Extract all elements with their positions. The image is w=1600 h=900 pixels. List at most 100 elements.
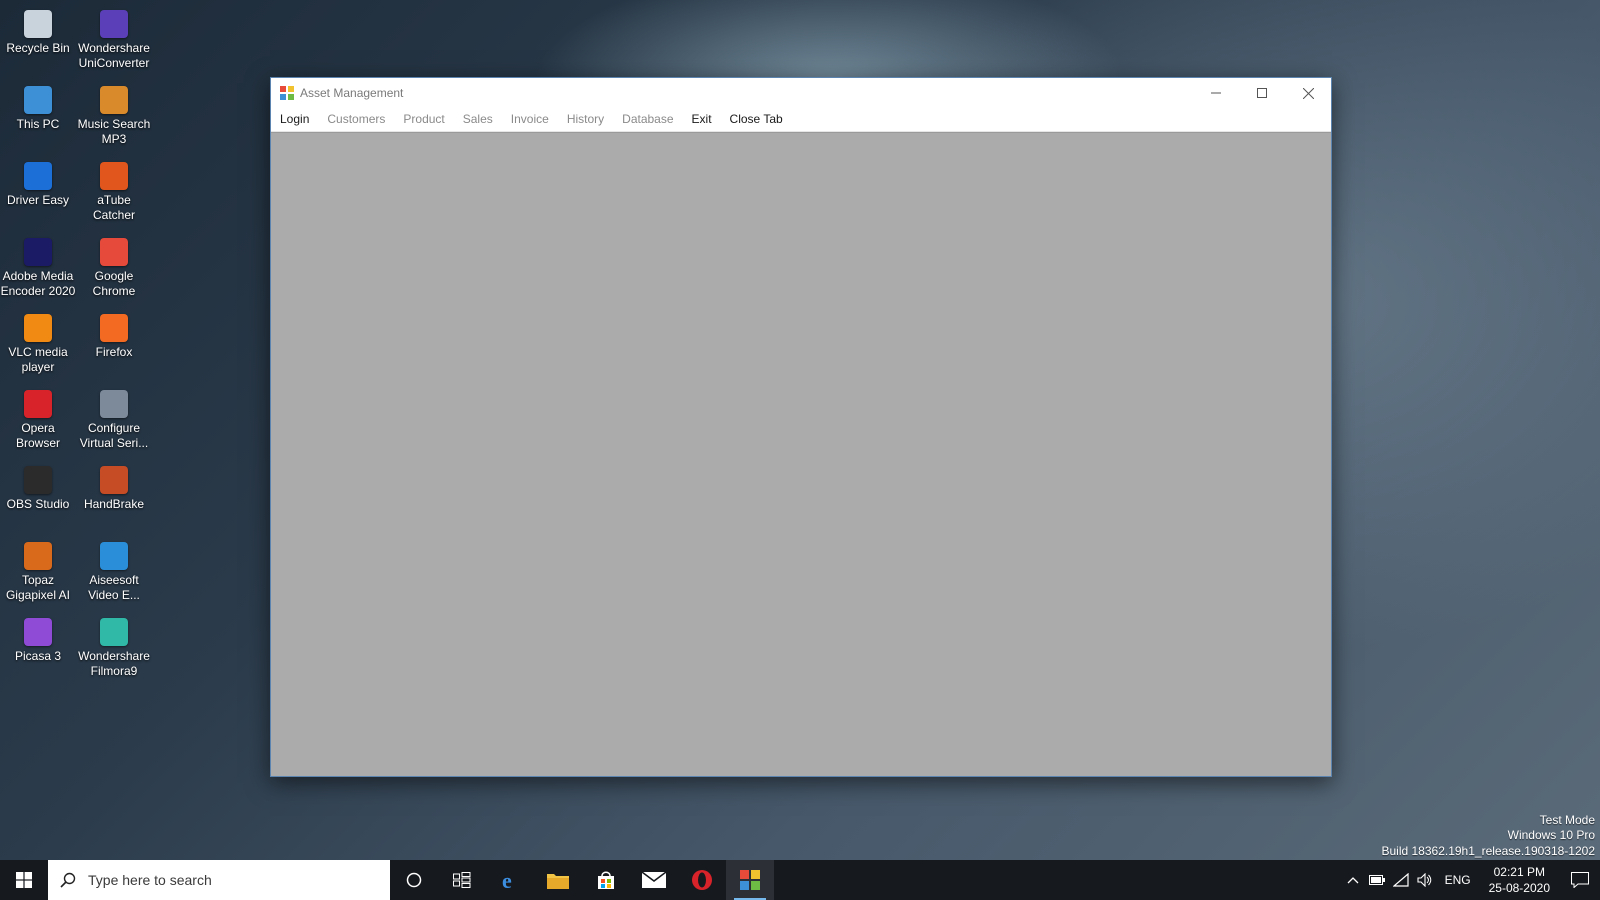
watermark-build: Build 18362.19h1_release.190318-1202 [1381,843,1595,858]
desktop-icon[interactable]: Wondershare Filmora9 [76,612,152,684]
taskbar: e [0,860,1600,900]
menu-bar: Login Customers Product Sales Invoice History… [271,108,1331,132]
app-icon [280,86,294,100]
network-tray-button[interactable] [1389,860,1413,900]
desktop-icon-label: Wondershare Filmora9 [78,649,150,678]
desktop-icon[interactable]: Configure Virtual Seri... [76,384,152,456]
vlc-icon [24,314,52,342]
desktop-icon[interactable]: VLC media player [0,308,76,380]
desktop-icon[interactable]: aTube Catcher [76,156,152,228]
menu-item-product[interactable]: Product [394,108,453,131]
menu-item-customers[interactable]: Customers [318,108,394,131]
clock[interactable]: 02:21 PM 25-08-2020 [1479,864,1560,896]
desktop-icon[interactable]: Topaz Gigapixel AI [0,536,76,608]
aiseesoft-icon [100,542,128,570]
battery-tray-button[interactable] [1365,860,1389,900]
show-hidden-icons-button[interactable] [1341,860,1365,900]
menu-item-exit[interactable]: Exit [683,108,721,131]
menu-item-login[interactable]: Login [271,108,318,131]
desktop-icon[interactable]: This PC [0,80,76,152]
windows-watermark: Test Mode Windows 10 Pro Build 18362.19h… [1381,813,1595,860]
opera-taskbar-button[interactable] [678,860,726,900]
desktop-icon[interactable]: Firefox [76,308,152,380]
desktop-icon-label: Topaz Gigapixel AI [5,573,71,602]
menu-item-invoice[interactable]: Invoice [502,108,558,131]
store-icon [598,871,614,889]
desktop-icon-label: This PC [16,117,60,131]
windows-logo-icon [16,872,32,888]
desktop-icon-label: Google Chrome [92,269,136,298]
watermark-test-mode: Test Mode [1539,812,1595,827]
mail-button[interactable] [630,860,678,900]
obs-icon [24,466,52,494]
desktop-icon[interactable]: Music Search MP3 [76,80,152,152]
menu-item-database[interactable]: Database [613,108,682,131]
search-input[interactable] [86,871,370,889]
minimize-icon [1211,92,1221,94]
chevron-up-icon [1347,877,1359,884]
edge-taskbar-button[interactable]: e [486,860,534,900]
speaker-icon [1417,873,1431,887]
mail-icon [642,872,666,888]
opera-icon [692,870,712,890]
chrome-icon [100,238,128,266]
desktop-icon[interactable]: Driver Easy [0,156,76,228]
picasa-icon [24,618,52,646]
recycle-bin-icon [24,10,52,38]
desktop-icon[interactable]: Picasa 3 [0,612,76,684]
start-button[interactable] [0,860,48,900]
close-button[interactable] [1285,78,1331,108]
filmora-icon [100,618,128,646]
desktop-icon-label: Opera Browser [15,421,60,450]
desktop-icon-label: Wondershare UniConverter [78,41,150,70]
desktop-icon-label: Music Search MP3 [77,117,151,146]
desktop-icon[interactable]: Adobe Media Encoder 2020 [0,232,76,304]
wifi-icon [1392,873,1409,887]
menu-item-close-tab[interactable]: Close Tab [721,108,792,131]
handbrake-icon [100,466,128,494]
title-bar[interactable]: Asset Management [271,78,1331,108]
file-explorer-button[interactable] [534,860,582,900]
minimize-button[interactable] [1193,78,1239,108]
computer-icon [24,86,52,114]
desktop-icon-label: Aiseesoft Video E... [88,573,140,602]
topaz-icon [24,542,52,570]
maximize-button[interactable] [1239,78,1285,108]
desktop-icon[interactable]: Wondershare UniConverter [76,4,152,76]
opera-icon [24,390,52,418]
taskbar-search[interactable] [48,860,390,900]
virtual-serial-icon [100,390,128,418]
volume-tray-button[interactable] [1413,860,1437,900]
desktop-icon-label: Configure Virtual Seri... [79,421,149,450]
store-button[interactable] [582,860,630,900]
desktop-icon-label: Driver Easy [6,193,69,207]
watermark-edition: Windows 10 Pro [1507,828,1595,842]
mdi-client-area[interactable] [271,132,1331,776]
window-title: Asset Management [300,86,404,100]
task-view-button[interactable] [438,860,486,900]
notification-icon [1571,872,1589,888]
system-tray: ENG 02:21 PM 25-08-2020 [1341,860,1600,900]
desktop-icon-label: Recycle Bin [6,41,70,55]
desktop-icon-label: Adobe Media Encoder 2020 [0,269,76,298]
music-search-icon [100,86,128,114]
desktop-icon[interactable]: OBS Studio [0,460,76,532]
desktop-icon-label: HandBrake [83,497,145,511]
desktop-icon-label: aTube Catcher [92,193,136,222]
firefox-icon [100,314,128,342]
desktop-icon[interactable]: Opera Browser [0,384,76,456]
desktop-icon[interactable]: Aiseesoft Video E... [76,536,152,608]
battery-icon [1368,875,1385,885]
desktop-icon[interactable]: HandBrake [76,460,152,532]
action-center-button[interactable] [1560,860,1600,900]
menu-item-sales[interactable]: Sales [454,108,502,131]
menu-item-history[interactable]: History [558,108,613,131]
input-language-button[interactable]: ENG [1437,873,1479,887]
asset-management-taskbar-button[interactable] [726,860,774,900]
atube-catcher-icon [100,162,128,190]
desktop-icon[interactable]: Google Chrome [76,232,152,304]
cortana-icon [406,872,422,888]
cortana-button[interactable] [390,860,438,900]
desktop-icon-label: Picasa 3 [14,649,62,663]
desktop-icon[interactable]: Recycle Bin [0,4,76,76]
